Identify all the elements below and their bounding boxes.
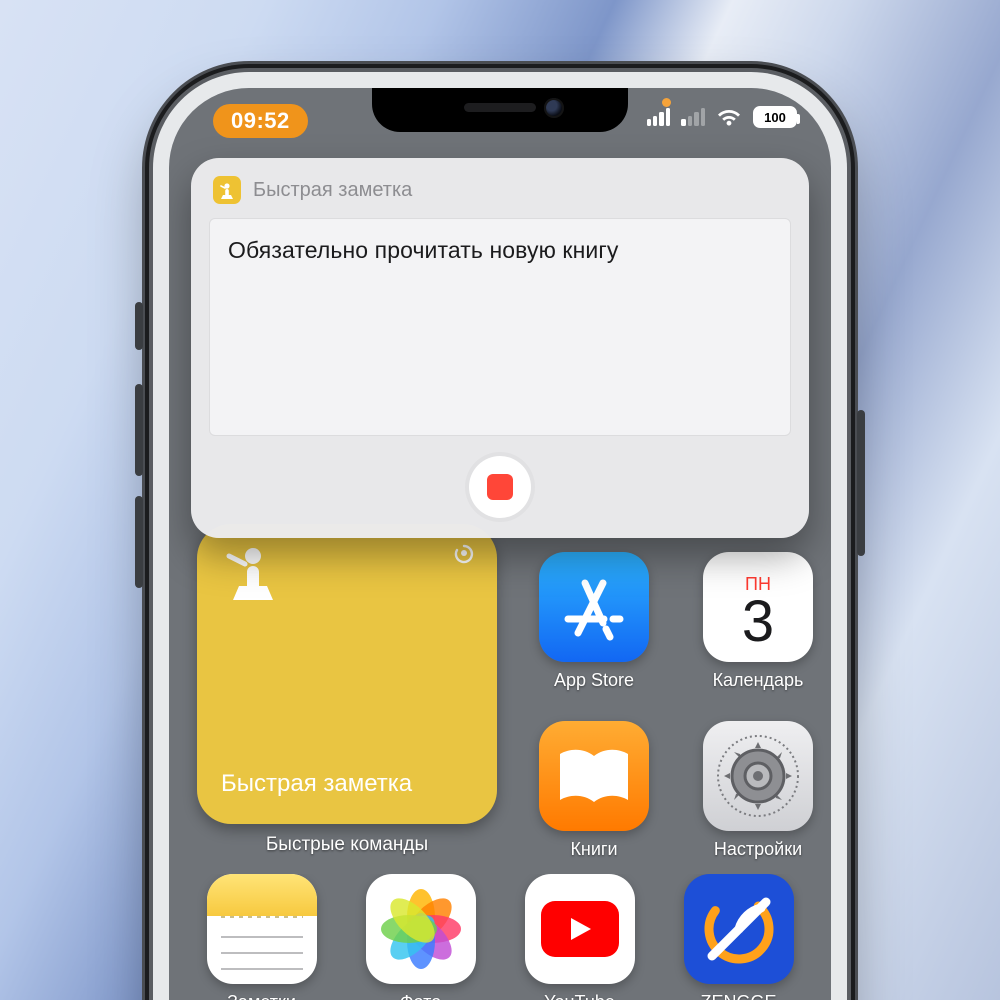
app-zengge[interactable] [684, 874, 794, 984]
wifi-icon [716, 107, 742, 127]
zengge-icon [694, 884, 784, 974]
appstore-icon [558, 571, 630, 643]
app-books[interactable] [539, 721, 649, 831]
volume-up-button[interactable] [135, 384, 143, 476]
screen: 09:52 100 [169, 88, 831, 1000]
stop-dictation-button[interactable] [469, 456, 531, 518]
time-recording-pill[interactable]: 09:52 [213, 104, 308, 138]
widget-indicator-icon [453, 542, 475, 564]
shortcut-icon [213, 176, 241, 204]
app-photos[interactable] [366, 874, 476, 984]
notch [372, 88, 628, 132]
youtube-icon [541, 901, 619, 957]
widget-title: Быстрая заметка [221, 770, 412, 798]
app-label-calendar: Календарь [713, 670, 804, 691]
app-label-youtube: YouTube [544, 992, 615, 1000]
books-icon [555, 746, 633, 806]
photos-icon [375, 883, 467, 975]
stop-icon [487, 474, 513, 500]
app-label-notes: Заметки [227, 992, 296, 1000]
quick-note-text: Обязательно прочитать новую книгу [228, 237, 618, 263]
app-label-zengge: ZENGGE [700, 992, 776, 1000]
app-settings[interactable] [703, 721, 813, 831]
shortcuts-widget[interactable]: Быстрая заметка [197, 524, 497, 824]
cellular-sim2-icon [681, 108, 705, 126]
front-camera [544, 98, 564, 118]
mute-switch[interactable] [135, 302, 143, 350]
volume-down-button[interactable] [135, 496, 143, 588]
app-calendar[interactable]: ПН 3 [703, 552, 813, 662]
cellular-sim1-icon [647, 108, 671, 126]
quick-note-textarea[interactable]: Обязательно прочитать новую книгу [209, 218, 791, 436]
app-youtube[interactable] [525, 874, 635, 984]
home-screen: Быстрая заметка Быстрые команды [197, 552, 803, 1000]
app-label-books: Книги [570, 839, 617, 860]
widget-label: Быстрые команды [197, 834, 497, 856]
app-label-appstore: App Store [554, 670, 634, 691]
app-label-photos: Фото [400, 992, 441, 1000]
widget-person-icon [223, 546, 287, 621]
earpiece [464, 103, 536, 112]
settings-icon [715, 733, 801, 819]
popup-title: Быстрая заметка [253, 179, 412, 202]
battery-indicator: 100 [753, 106, 797, 128]
quick-note-popup: Быстрая заметка Обязательно прочитать но… [191, 158, 809, 538]
calendar-day: 3 [742, 593, 774, 651]
battery-level: 100 [764, 110, 786, 125]
app-notes[interactable] [207, 874, 317, 984]
status-time: 09:52 [231, 108, 290, 134]
app-label-settings: Настройки [714, 839, 802, 860]
power-button[interactable] [857, 410, 865, 556]
app-appstore[interactable] [539, 552, 649, 662]
phone-frame: 09:52 100 [153, 72, 847, 1000]
